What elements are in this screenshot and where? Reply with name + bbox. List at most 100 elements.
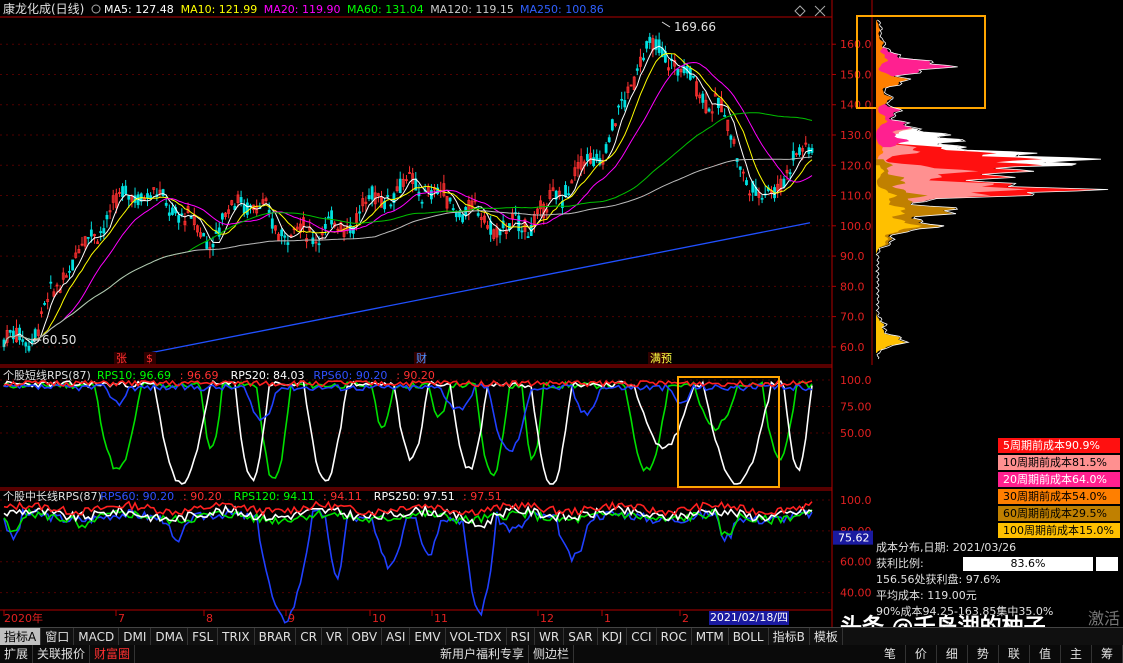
- candle-body: [239, 197, 243, 203]
- toolbar-item[interactable]: WR: [535, 628, 565, 646]
- toolbar-item[interactable]: SAR: [564, 628, 598, 646]
- low-label: ←60.50: [32, 333, 76, 347]
- rps-long-legend: RPS60: 90.20: [100, 490, 174, 503]
- candle-body: [389, 204, 393, 207]
- candle-body: [171, 207, 174, 215]
- candle-body: [220, 213, 224, 220]
- rps-long-title: 个股中长线RPS(87): [3, 489, 102, 503]
- toolbar-item[interactable]: OBV: [348, 628, 383, 646]
- candle-body: [745, 180, 748, 186]
- bottom-toolbar-item[interactable]: 关联报价: [33, 645, 91, 663]
- candle-body: [189, 216, 193, 219]
- bottom-toolbar-item[interactable]: 侧边栏: [529, 645, 574, 663]
- toolbar-item[interactable]: ASI: [382, 628, 411, 646]
- toolbar-item[interactable]: RSI: [507, 628, 536, 646]
- indicator-ma120: MA120: 119.15: [430, 3, 514, 16]
- side-button[interactable]: 价: [906, 645, 937, 663]
- candle-body: [738, 166, 742, 170]
- candle-body: [454, 212, 458, 218]
- candle-body: [43, 303, 46, 305]
- activate-text: 激活: [1088, 609, 1121, 628]
- candle-body: [420, 201, 424, 204]
- event-marker: $: [146, 352, 153, 365]
- candle-body: [161, 189, 165, 196]
- indicator-ma20: MA20: 119.90: [264, 3, 341, 16]
- x-tick-label: 1: [604, 612, 611, 625]
- event-marker: 满预: [650, 352, 672, 365]
- toolbar-item[interactable]: EMV: [410, 628, 446, 646]
- candle-body: [617, 105, 620, 108]
- candle-body: [242, 204, 246, 214]
- indicator-ma60: MA60: 131.04: [347, 3, 424, 16]
- candle-body: [451, 208, 455, 211]
- toolbar-item[interactable]: CR: [296, 628, 322, 646]
- background: [0, 0, 1123, 627]
- toolbar-item[interactable]: BOLL: [729, 628, 769, 646]
- indicator-ma250: MA250: 100.86: [520, 3, 604, 16]
- side-button[interactable]: 主: [1061, 645, 1092, 663]
- x-tick-label: 11: [434, 612, 448, 625]
- toolbar-item[interactable]: KDJ: [598, 628, 628, 646]
- candle-body: [676, 68, 680, 76]
- toolbar-item[interactable]: DMI: [119, 628, 152, 646]
- bottom-toolbar-item[interactable]: 财富圈: [90, 645, 136, 663]
- toolbar-item[interactable]: MACD: [74, 628, 120, 646]
- side-button[interactable]: 联: [999, 645, 1030, 663]
- candle-body: [211, 243, 215, 248]
- candle-body: [701, 93, 705, 103]
- y-tick-label: 40.00: [840, 587, 872, 600]
- x-tick-label: 12: [540, 612, 554, 625]
- y-tick-label: 50.00: [840, 427, 872, 440]
- rps-long-legend: : 97.51: [463, 490, 502, 503]
- y-tick-label: 75.00: [840, 401, 872, 414]
- x-tick-label: 9: [288, 612, 295, 625]
- toolbar-item[interactable]: ROC: [657, 628, 692, 646]
- toolbar-item[interactable]: VOL-TDX: [446, 628, 507, 646]
- toolbar-item[interactable]: TRIX: [218, 628, 255, 646]
- rps-long-legend: : 94.11: [323, 490, 362, 503]
- toolbar-item[interactable]: 窗口: [41, 628, 75, 646]
- side-button[interactable]: 势: [968, 645, 999, 663]
- candle-body: [105, 214, 109, 220]
- candle-body: [202, 233, 206, 237]
- y-tick-label: 160.0: [840, 38, 872, 51]
- side-button[interactable]: 细: [937, 645, 968, 663]
- bottom-toolbar-item[interactable]: 扩展: [0, 645, 34, 663]
- candle-body: [648, 36, 652, 43]
- candle-body: [692, 75, 695, 78]
- bottom-toolbar-item[interactable]: 新用户福利专享: [436, 645, 529, 663]
- y-tick-label: 120.0: [840, 159, 872, 172]
- candle-body: [121, 186, 124, 198]
- side-button[interactable]: 笔: [875, 645, 906, 663]
- toolbar-item[interactable]: CCI: [627, 628, 657, 646]
- side-button[interactable]: 筹: [1092, 645, 1123, 663]
- y-tick-label: 60.00: [840, 556, 872, 569]
- toolbar-item[interactable]: VR: [322, 628, 348, 646]
- toolbar-item[interactable]: MTM: [692, 628, 729, 646]
- candle-body: [89, 229, 93, 237]
- date-flag: 2021/02/18/四: [709, 611, 789, 625]
- candle-body: [620, 98, 624, 101]
- toolbar-item[interactable]: BRAR: [255, 628, 297, 646]
- side-button[interactable]: 值: [1030, 645, 1061, 663]
- toolbar-item[interactable]: 指标A: [0, 628, 42, 646]
- candle-body: [398, 178, 402, 193]
- chart-canvas: 160.0150.0140.0130.0120.0110.0100.090.08…: [0, 0, 1123, 627]
- candle-body: [386, 195, 390, 197]
- cost-legend-item: 100周期前成本15.0%: [998, 523, 1120, 538]
- toolbar-item[interactable]: 指标B: [769, 628, 810, 646]
- toolbar-item[interactable]: DMA: [151, 628, 189, 646]
- candle-body: [245, 202, 249, 215]
- candle-body: [760, 197, 764, 200]
- candle-body: [448, 197, 452, 202]
- side-buttons: 笔价细势联值主筹: [875, 645, 1123, 663]
- candle-body: [604, 144, 608, 153]
- avg-cost: 平均成本: 119.00元: [876, 589, 977, 602]
- y-tick-label: 70.0: [840, 311, 865, 324]
- bottom-toolbar: 扩展 关联报价 财富圈 新用户福利专享 侧边栏 笔价细势联值主筹: [0, 645, 1123, 663]
- candle-body: [146, 193, 149, 199]
- candle-body: [11, 330, 15, 340]
- candle-body: [610, 119, 614, 131]
- toolbar-item[interactable]: 模板: [810, 628, 843, 646]
- toolbar-item[interactable]: FSL: [188, 628, 219, 646]
